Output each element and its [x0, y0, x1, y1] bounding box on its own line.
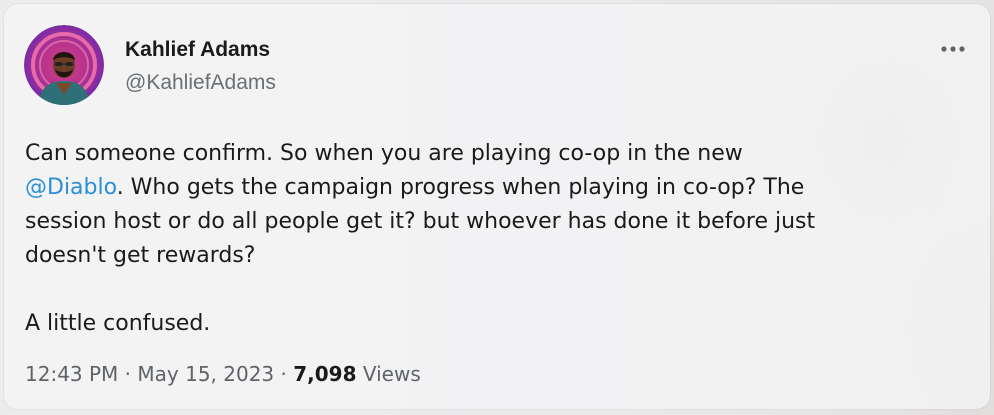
tweet-line: doesn't get rewards?	[25, 243, 256, 268]
tweet-line: @Diablo. Who gets the campaign progress …	[25, 171, 970, 205]
tweet-text: Can someone confirm. So when you are pla…	[25, 137, 970, 341]
tweet-line-text: . Who gets the campaign progress when pl…	[116, 175, 805, 200]
tweet-line: Can someone confirm. So when you are pla…	[25, 141, 743, 166]
author-handle[interactable]: @KahliefAdams	[125, 71, 276, 95]
more-options-button[interactable]	[932, 36, 974, 62]
tweet-date[interactable]: May 15, 2023	[137, 362, 274, 386]
tweet-metadata: 12:43 PM · May 15, 2023 · 7,098 Views	[25, 362, 421, 386]
tweet-time[interactable]: 12:43 PM	[25, 362, 118, 386]
tweet-line: session host or do all people get it? bu…	[25, 209, 816, 234]
mention-link[interactable]: @Diablo	[25, 175, 117, 200]
separator: ·	[280, 362, 287, 386]
views-count: 7,098	[293, 362, 357, 386]
author-name[interactable]: Kahlief Adams	[125, 38, 270, 62]
views-link[interactable]: 7,098 Views	[293, 362, 421, 386]
avatar[interactable]	[24, 25, 104, 105]
tweet-line: A little confused.	[25, 311, 211, 336]
views-label: Views	[362, 362, 421, 386]
separator: ·	[124, 362, 132, 386]
more-horizontal-icon	[941, 46, 965, 52]
